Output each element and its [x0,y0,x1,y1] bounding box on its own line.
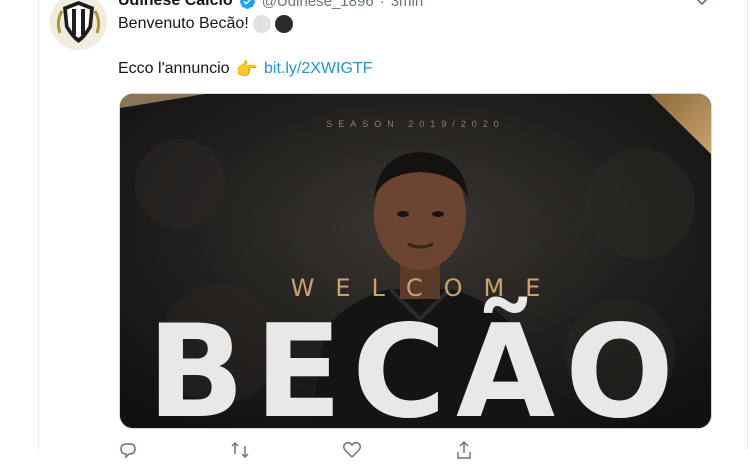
chevron-down-icon[interactable] [692,0,712,11]
season-label: SEASON 2019/2020 [326,119,505,129]
announcement-link[interactable]: bit.ly/2XWIGTF [264,60,372,78]
like-button[interactable] [342,440,362,460]
display-name[interactable]: Udinese Calcio [118,0,233,10]
reply-icon [120,443,136,459]
black-circle-emoji [274,15,293,33]
tweet-header: Udinese Calcio @Udinese_1896 · 3min [118,0,423,11]
announcement-text: Ecco l'annuncio [118,60,230,77]
timestamp[interactable]: 3min [391,0,424,10]
separator-dot: · [379,0,385,10]
player-name: BECÃO [147,298,684,429]
share-button[interactable] [454,440,474,460]
retweet-icon [231,441,249,459]
welcome-text: Benvenuto Becão! [118,15,249,32]
handle[interactable]: @Udinese_1896 [262,0,374,10]
white-circle-emoji [252,15,271,33]
tweet-media-image[interactable]: SEASON 2019/2020 WELCOME BECÃO [119,93,712,429]
share-icon [457,440,471,459]
heart-icon [342,441,362,459]
tweet-text-line1: Benvenuto Becão! [118,15,293,33]
reply-button[interactable] [118,440,138,460]
avatar[interactable] [50,0,107,50]
timeline-right-border [747,0,748,450]
pointing-hand-emoji: 👉 [235,59,258,79]
timeline-left-border [38,0,39,450]
tweet-actions [118,440,538,460]
tweet-text-line2: Ecco l'annuncio 👉 bit.ly/2XWIGTF [118,60,372,78]
retweet-button[interactable] [230,440,250,460]
verified-badge-icon [239,0,255,9]
